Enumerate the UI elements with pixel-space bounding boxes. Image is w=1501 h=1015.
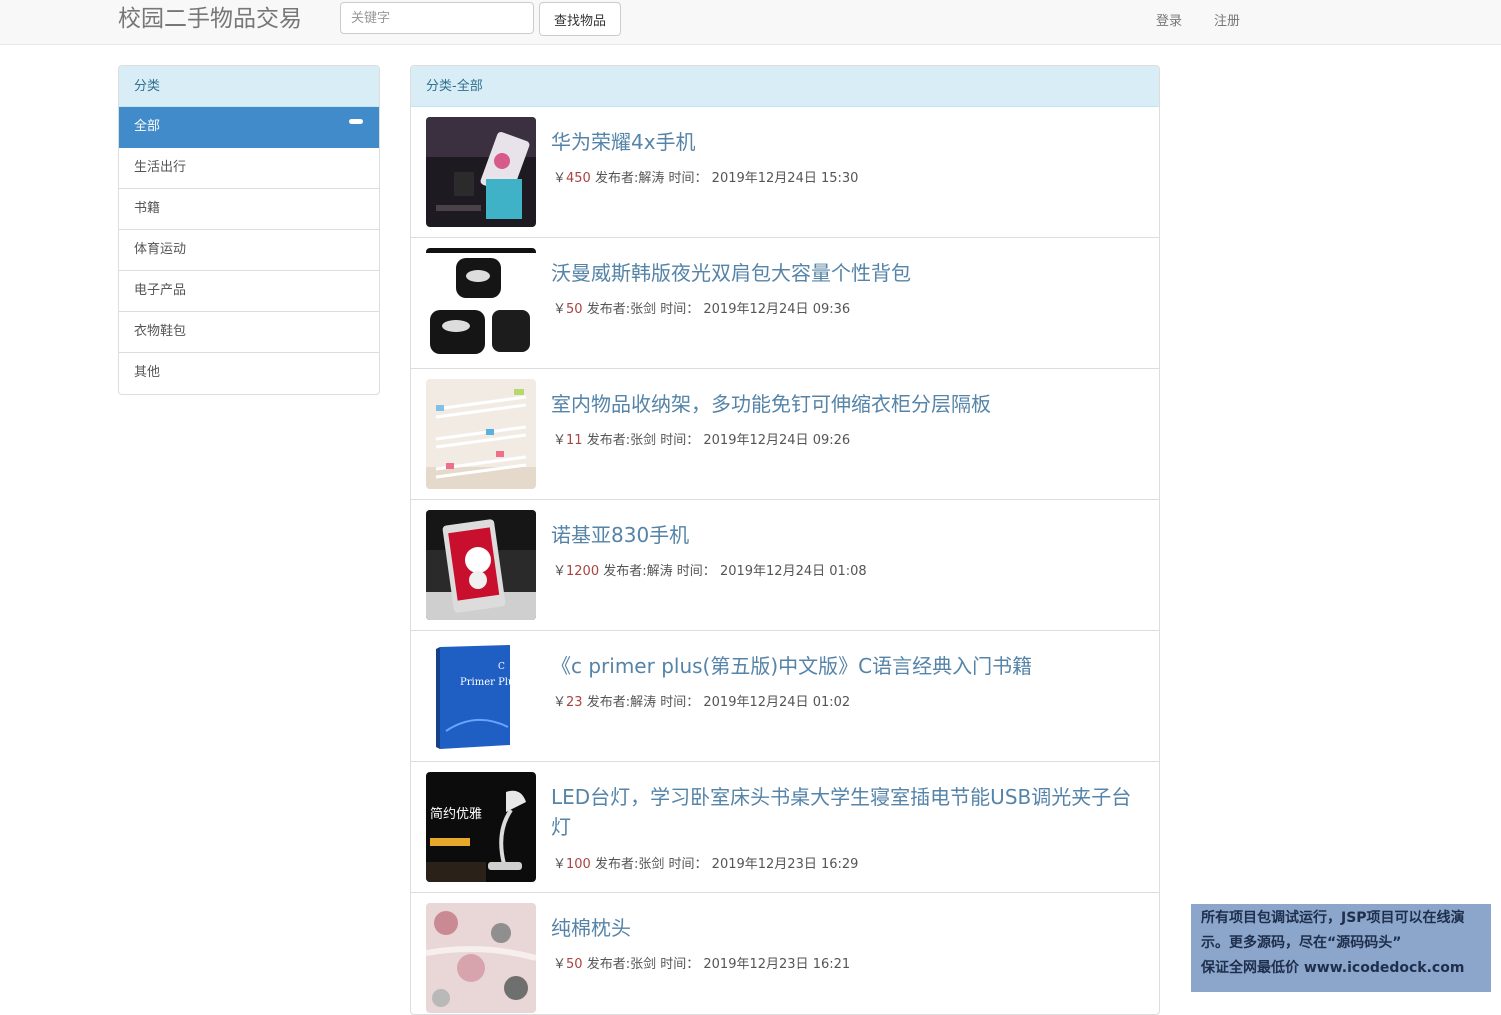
currency-symbol: ￥	[553, 302, 567, 317]
item-price: 100	[566, 857, 591, 872]
item-publisher: 发布者:解涛	[594, 171, 665, 186]
item-publisher: 发布者:解涛	[603, 564, 673, 579]
category-label: 衣物鞋包	[134, 324, 187, 339]
list-item: 室内物品收纳架，多功能免钉可伸缩衣柜分层隔板 ￥11 发布者:张剑 时间： 20…	[411, 369, 1159, 500]
item-publisher: 发布者:解涛	[586, 695, 657, 710]
item-meta: ￥100 发布者:张剑 时间： 2019年12月23日 16:29	[553, 853, 858, 872]
active-badge	[349, 119, 363, 124]
category-label: 书籍	[134, 201, 161, 216]
currency-symbol: ￥	[553, 564, 567, 579]
category-label: 全部	[134, 119, 161, 134]
search-input[interactable]	[340, 2, 534, 34]
category-item-all[interactable]: 全部	[119, 107, 379, 148]
item-price: 1200	[566, 564, 600, 579]
time-label: 时间：	[660, 957, 700, 972]
item-publisher: 发布者:张剑	[594, 857, 665, 872]
list-item: 诺基亚830手机 ￥1200 发布者:解涛 时间： 2019年12月24日 01…	[411, 500, 1159, 631]
item-time: 2019年12月24日 01:08	[719, 564, 867, 579]
book-photo-icon[interactable]: C Primer Plus	[426, 641, 536, 751]
site-brand[interactable]: 校园二手物品交易	[118, 4, 302, 34]
currency-symbol: ￥	[553, 171, 567, 186]
time-label: 时间：	[660, 695, 700, 710]
time-label: 时间：	[668, 171, 708, 186]
category-heading: 分类	[119, 66, 379, 107]
login-link[interactable]: 登录	[1156, 10, 1182, 29]
item-time: 2019年12月23日 16:29	[711, 857, 859, 872]
category-label: 体育运动	[134, 242, 187, 257]
item-time: 2019年12月23日 16:21	[703, 957, 851, 972]
item-time: 2019年12月24日 09:36	[703, 302, 851, 317]
category-item-life-travel[interactable]: 生活出行	[119, 148, 379, 189]
pillow-photo-icon[interactable]	[426, 903, 536, 1013]
time-label: 时间：	[660, 433, 700, 448]
register-link[interactable]: 注册	[1214, 10, 1240, 29]
item-price: 11	[566, 433, 583, 448]
item-title[interactable]: 室内物品收纳架，多功能免钉可伸缩衣柜分层隔板	[551, 389, 1146, 419]
item-title[interactable]: 华为荣耀4x手机	[551, 127, 1146, 157]
book-cover-text: Primer Plus	[460, 677, 520, 688]
currency-symbol: ￥	[553, 857, 567, 872]
time-label: 时间：	[668, 857, 708, 872]
svg-text:C: C	[498, 662, 505, 672]
category-label: 其他	[134, 365, 161, 380]
search-button[interactable]: 查找物品	[539, 2, 621, 36]
nokia-phone-photo-icon[interactable]	[426, 510, 536, 620]
promo-line: 保证全网最低价 www.icodedock.com	[1201, 960, 1465, 976]
item-meta: ￥50 发布者:张剑 时间： 2019年12月23日 16:21	[553, 953, 850, 972]
item-price: 50	[566, 302, 583, 317]
item-publisher: 发布者:张剑	[586, 957, 657, 972]
category-sidebar: 分类 全部 生活出行 书籍 体育运动 电子产品 衣物鞋包 其他	[118, 65, 380, 395]
item-time: 2019年12月24日 09:26	[703, 433, 851, 448]
item-time: 2019年12月24日 01:02	[703, 695, 851, 710]
category-item-clothing[interactable]: 衣物鞋包	[119, 312, 379, 353]
item-time: 2019年12月24日 15:30	[711, 171, 859, 186]
currency-symbol: ￥	[553, 433, 567, 448]
item-meta: ￥450 发布者:解涛 时间： 2019年12月24日 15:30	[553, 167, 858, 186]
shelf-photo-icon[interactable]	[426, 379, 536, 489]
category-item-books[interactable]: 书籍	[119, 189, 379, 230]
promo-line: 示。更多源码，尽在“源码码头”	[1201, 935, 1402, 951]
item-title[interactable]: 纯棉枕头	[551, 913, 1146, 943]
product-list-panel: 分类-全部 华为荣耀4x手机 ￥450 发布者:解涛 时间： 2019年12月2…	[410, 65, 1160, 1015]
item-title[interactable]: 沃曼威斯韩版夜光双肩包大容量个性背包	[551, 258, 1146, 288]
item-meta: ￥50 发布者:张剑 时间： 2019年12月24日 09:36	[553, 298, 850, 317]
item-title[interactable]: 诺基亚830手机	[551, 520, 1146, 550]
time-label: 时间：	[660, 302, 700, 317]
item-price: 23	[566, 695, 583, 710]
category-item-electronics[interactable]: 电子产品	[119, 271, 379, 312]
top-navbar: 校园二手物品交易 查找物品 登录 注册	[0, 0, 1501, 45]
list-item: 纯棉枕头 ￥50 发布者:张剑 时间： 2019年12月23日 16:21	[411, 893, 1159, 1014]
list-item: C Primer Plus 《c primer plus(第五版)中文版》C语言…	[411, 631, 1159, 762]
lamp-photo-icon[interactable]: 简约优雅	[426, 772, 536, 882]
list-heading: 分类-全部	[411, 66, 1159, 107]
category-label: 生活出行	[134, 160, 187, 175]
backpack-photo-icon[interactable]	[426, 248, 536, 358]
phone-photo-icon[interactable]	[426, 117, 536, 227]
item-meta: ￥11 发布者:张剑 时间： 2019年12月24日 09:26	[553, 429, 850, 448]
currency-symbol: ￥	[553, 695, 567, 710]
item-price: 450	[566, 171, 591, 186]
lamp-cover-text: 简约优雅	[430, 806, 482, 822]
item-title[interactable]: LED台灯，学习卧室床头书桌大学生寝室插电节能USB调光夹子台灯	[551, 782, 1146, 842]
list-item: 沃曼威斯韩版夜光双肩包大容量个性背包 ￥50 发布者:张剑 时间： 2019年1…	[411, 238, 1159, 369]
currency-symbol: ￥	[553, 957, 567, 972]
item-meta: ￥23 发布者:解涛 时间： 2019年12月24日 01:02	[553, 691, 850, 710]
promo-line: 所有项目包调试运行，JSP项目可以在线演	[1201, 910, 1465, 926]
item-meta: ￥1200 发布者:解涛 时间： 2019年12月24日 01:08	[553, 560, 867, 579]
list-item: 简约优雅 LED台灯，学习卧室床头书桌大学生寝室插电节能USB调光夹子台灯 ￥1…	[411, 762, 1159, 893]
time-label: 时间：	[676, 564, 716, 579]
category-item-sports[interactable]: 体育运动	[119, 230, 379, 271]
item-title[interactable]: 《c primer plus(第五版)中文版》C语言经典入门书籍	[551, 651, 1146, 681]
item-price: 50	[566, 957, 583, 972]
list-item: 华为荣耀4x手机 ￥450 发布者:解涛 时间： 2019年12月24日 15:…	[411, 107, 1159, 238]
item-publisher: 发布者:张剑	[586, 433, 657, 448]
category-label: 电子产品	[134, 283, 187, 298]
category-item-other[interactable]: 其他	[119, 353, 379, 394]
promo-banner: 所有项目包调试运行，JSP项目可以在线演 示。更多源码，尽在“源码码头” 保证全…	[1191, 904, 1491, 992]
item-publisher: 发布者:张剑	[586, 302, 657, 317]
